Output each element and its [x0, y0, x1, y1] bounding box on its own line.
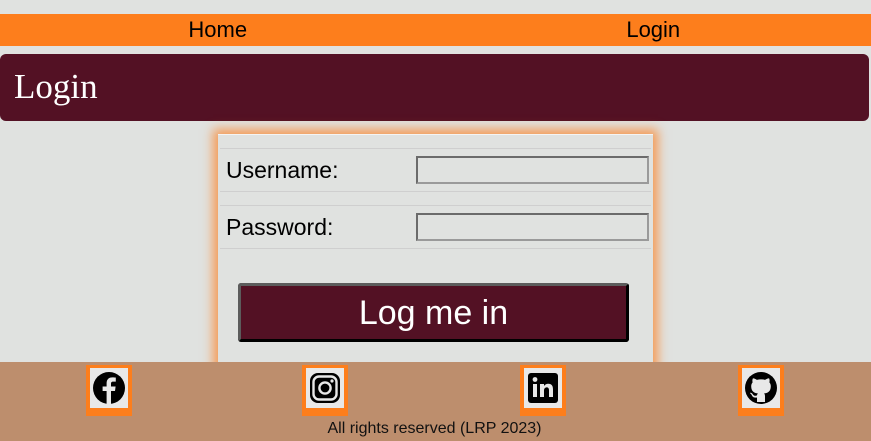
linkedin-icon	[528, 373, 558, 403]
login-button[interactable]: Log me in	[238, 283, 629, 342]
nav-login-link[interactable]: Login	[436, 14, 871, 46]
password-label: Password:	[226, 214, 334, 240]
password-row: Password:	[220, 205, 651, 249]
username-row: Username:	[220, 148, 651, 192]
copyright-text: All rights reserved (LRP 2023)	[327, 420, 542, 437]
username-label: Username:	[226, 157, 339, 183]
username-input[interactable]	[416, 156, 649, 184]
facebook-link[interactable]	[86, 365, 132, 416]
github-icon	[745, 372, 777, 404]
nav-home-link[interactable]: Home	[0, 14, 436, 46]
page-title: Login	[14, 67, 98, 106]
navbar: Home Login	[0, 14, 871, 46]
page-banner: Login	[0, 54, 869, 121]
facebook-icon	[93, 372, 125, 404]
instagram-link[interactable]	[302, 365, 348, 416]
login-form: Username: Password: Log me in	[218, 134, 653, 375]
footer: All rights reserved (LRP 2023)	[0, 362, 871, 441]
password-input[interactable]	[416, 213, 649, 241]
linkedin-link[interactable]	[520, 365, 566, 416]
instagram-icon	[310, 373, 340, 403]
github-link[interactable]	[738, 365, 784, 416]
